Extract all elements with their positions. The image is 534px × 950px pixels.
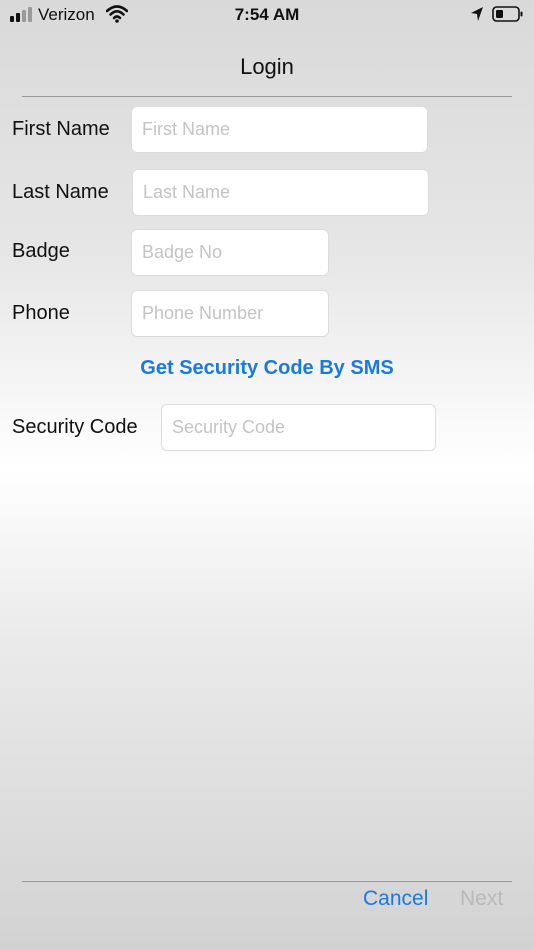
- first-name-field[interactable]: [131, 106, 428, 153]
- nav-divider: [22, 96, 512, 97]
- security-code-label: Security Code: [12, 416, 138, 438]
- first-name-label: First Name: [12, 118, 110, 140]
- status-time: 7:54 AM: [234, 5, 300, 24]
- location-arrow-icon: [471, 7, 483, 21]
- last-name-label: Last Name: [12, 181, 109, 203]
- toolbar-divider: [22, 881, 512, 882]
- status-bar: Verizon 7:54 AM: [0, 0, 534, 30]
- battery-icon: [492, 6, 523, 22]
- badge-number-field[interactable]: [131, 229, 329, 276]
- last-name-field[interactable]: [132, 169, 429, 216]
- security-code-field[interactable]: [161, 404, 436, 451]
- get-security-code-button[interactable]: Get Security Code By SMS: [0, 357, 534, 380]
- page-title: Login: [240, 54, 294, 79]
- next-button[interactable]: Next: [460, 887, 503, 911]
- badge-label: Badge: [12, 240, 70, 262]
- phone-number-field[interactable]: [131, 290, 329, 337]
- phone-label: Phone: [12, 302, 70, 324]
- cancel-button[interactable]: Cancel: [363, 887, 428, 911]
